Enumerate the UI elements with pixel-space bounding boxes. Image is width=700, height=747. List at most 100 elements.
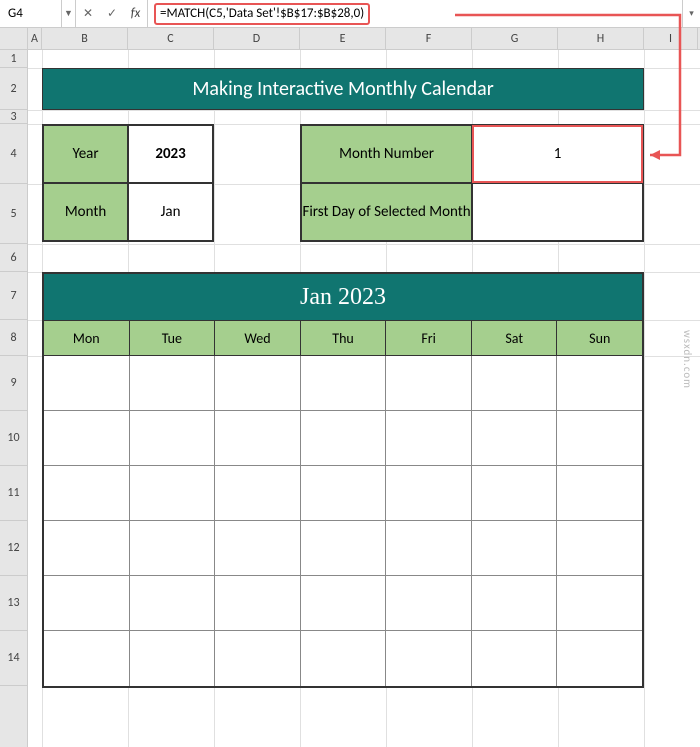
calendar-cell[interactable]: [130, 576, 216, 631]
calendar-cell[interactable]: [44, 576, 130, 631]
calendar-cell[interactable]: [215, 411, 301, 466]
col-header-A[interactable]: A: [28, 28, 42, 49]
enter-icon[interactable]: ✓: [100, 0, 124, 27]
day-header-mon[interactable]: Mon: [44, 320, 130, 356]
calendar-cell[interactable]: [472, 521, 558, 576]
day-header-wed[interactable]: Wed: [215, 320, 301, 356]
row-header-10[interactable]: 10: [0, 411, 27, 466]
calendar-cell[interactable]: [557, 631, 642, 686]
calendar-row: [44, 576, 642, 631]
grid-area: 1 2 3 4 5 6 7 8 9 10 11 12 13 14: [0, 50, 700, 747]
row-header-8[interactable]: 8: [0, 320, 27, 356]
calendar-row: [44, 466, 642, 521]
calendar-cell[interactable]: [44, 411, 130, 466]
calendar-cell[interactable]: [215, 631, 301, 686]
calendar-cell[interactable]: [557, 576, 642, 631]
row-header-11[interactable]: 11: [0, 466, 27, 521]
calendar-cell[interactable]: [44, 631, 130, 686]
day-header-fri[interactable]: Fri: [386, 320, 472, 356]
calendar-title[interactable]: Jan 2023: [44, 274, 642, 320]
year-label-cell[interactable]: Year: [43, 125, 128, 183]
col-header-E[interactable]: E: [300, 28, 386, 49]
month-number-value[interactable]: 1: [472, 125, 643, 183]
day-header-tue[interactable]: Tue: [130, 320, 216, 356]
col-header-C[interactable]: C: [128, 28, 214, 49]
calendar-cell[interactable]: [386, 631, 472, 686]
calendar-cell[interactable]: [215, 356, 301, 411]
calendar-cell[interactable]: [215, 576, 301, 631]
row-header-7[interactable]: 7: [0, 272, 27, 320]
row-header-6[interactable]: 6: [0, 244, 27, 272]
calendar-cell[interactable]: [301, 356, 387, 411]
row-header-2[interactable]: 2: [0, 68, 27, 110]
row-header-12[interactable]: 12: [0, 521, 27, 576]
calendar-cell[interactable]: [557, 466, 642, 521]
row-header-14[interactable]: 14: [0, 631, 27, 686]
calendar-cell[interactable]: [44, 466, 130, 521]
calendar-cell[interactable]: [44, 521, 130, 576]
formula-expand-icon[interactable]: ▾: [682, 0, 700, 27]
sheet-content[interactable]: Making Interactive Monthly Calendar Year…: [28, 50, 700, 747]
select-all-corner[interactable]: [0, 28, 28, 49]
month-info-table: Month Number 1 First Day of Selected Mon…: [300, 124, 644, 242]
formula-bar: G4 ▼ ✕ ✓ fx =MATCH(C5,'Data Set'!$B$17:$…: [0, 0, 700, 28]
col-header-I[interactable]: I: [644, 28, 698, 49]
col-header-G[interactable]: G: [472, 28, 558, 49]
formula-highlight-box: =MATCH(C5,'Data Set'!$B$17:$B$28,0): [154, 3, 370, 25]
calendar-cell[interactable]: [472, 576, 558, 631]
calendar-cell[interactable]: [472, 631, 558, 686]
row-header-13[interactable]: 13: [0, 576, 27, 631]
col-header-B[interactable]: B: [42, 28, 128, 49]
month-number-label[interactable]: Month Number: [301, 125, 472, 183]
calendar-cell[interactable]: [301, 521, 387, 576]
row-header-1[interactable]: 1: [0, 50, 27, 68]
table-row: First Day of Selected Month: [301, 183, 643, 241]
day-header-sat[interactable]: Sat: [472, 320, 558, 356]
calendar-row: [44, 356, 642, 411]
month-label-cell[interactable]: Month: [43, 183, 128, 241]
fx-icon[interactable]: fx: [124, 0, 148, 27]
name-box[interactable]: G4: [0, 0, 62, 27]
calendar-cell[interactable]: [557, 411, 642, 466]
calendar-cell[interactable]: [386, 411, 472, 466]
day-header-thu[interactable]: Thu: [301, 320, 387, 356]
watermark: wsxdn.com: [681, 330, 694, 389]
calendar-cell[interactable]: [472, 411, 558, 466]
row-header-3[interactable]: 3: [0, 110, 27, 124]
row-header-5[interactable]: 5: [0, 184, 27, 244]
calendar-cell[interactable]: [215, 521, 301, 576]
calendar-cell[interactable]: [130, 521, 216, 576]
calendar-cell[interactable]: [301, 631, 387, 686]
calendar-cell[interactable]: [301, 576, 387, 631]
calendar-cell[interactable]: [301, 411, 387, 466]
calendar-cell[interactable]: [386, 356, 472, 411]
col-header-F[interactable]: F: [386, 28, 472, 49]
col-header-H[interactable]: H: [558, 28, 644, 49]
calendar-cell[interactable]: [301, 466, 387, 521]
calendar-cell[interactable]: [472, 466, 558, 521]
cancel-icon[interactable]: ✕: [76, 0, 100, 27]
day-header-sun[interactable]: Sun: [557, 320, 642, 356]
calendar-cell[interactable]: [130, 411, 216, 466]
row-header-4[interactable]: 4: [0, 124, 27, 184]
calendar-cell[interactable]: [130, 466, 216, 521]
calendar-cell[interactable]: [472, 356, 558, 411]
first-day-value[interactable]: [472, 183, 643, 241]
calendar-cell[interactable]: [386, 466, 472, 521]
calendar-cell[interactable]: [386, 521, 472, 576]
calendar-cell[interactable]: [215, 466, 301, 521]
row-header-9[interactable]: 9: [0, 356, 27, 411]
calendar-cell[interactable]: [130, 356, 216, 411]
first-day-label[interactable]: First Day of Selected Month: [301, 183, 472, 241]
month-value-cell[interactable]: Jan: [128, 183, 213, 241]
calendar-cell[interactable]: [130, 631, 216, 686]
year-value-cell[interactable]: 2023: [128, 125, 213, 183]
calendar-cell[interactable]: [386, 576, 472, 631]
calendar-cell[interactable]: [557, 521, 642, 576]
calendar-cell[interactable]: [44, 356, 130, 411]
calendar: Jan 2023 Mon Tue Wed Thu Fri Sat Sun: [42, 272, 644, 688]
name-box-dropdown-icon[interactable]: ▼: [62, 0, 76, 27]
formula-input[interactable]: =MATCH(C5,'Data Set'!$B$17:$B$28,0): [148, 0, 682, 27]
calendar-cell[interactable]: [557, 356, 642, 411]
col-header-D[interactable]: D: [214, 28, 300, 49]
